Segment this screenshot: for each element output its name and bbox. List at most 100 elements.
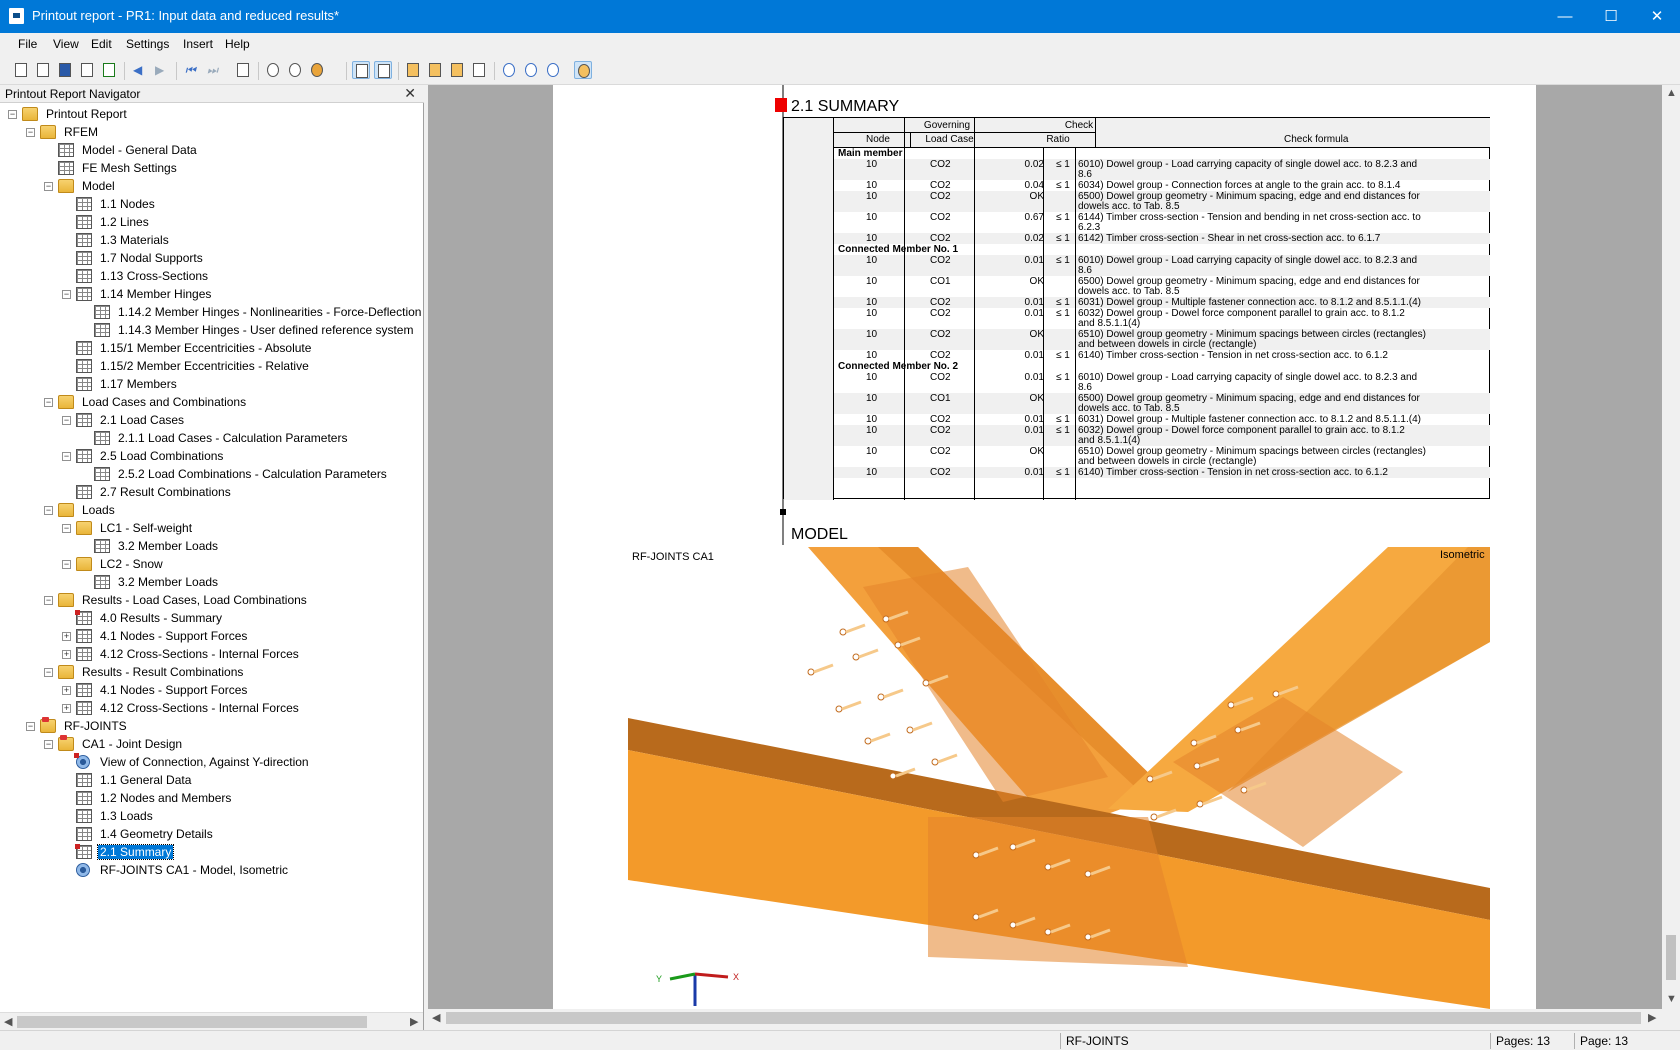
collapse-icon[interactable]: − xyxy=(62,290,71,299)
menu-settings[interactable]: Settings xyxy=(126,37,169,51)
close-button[interactable]: ✕ xyxy=(1634,0,1680,33)
scrollbar-thumb[interactable] xyxy=(446,1012,1641,1024)
cell-le: ≤ 1 xyxy=(1056,414,1070,425)
preview-vertical-scrollbar[interactable]: ▲ ▼ xyxy=(1662,85,1680,1012)
collapse-icon[interactable]: − xyxy=(26,128,35,137)
settings-gear-icon[interactable] xyxy=(308,61,326,79)
dowel xyxy=(894,641,902,649)
maximize-button[interactable]: ☐ xyxy=(1588,0,1634,33)
first-page-icon[interactable]: ⏮ xyxy=(182,61,200,79)
cell-ratio: 0.01 xyxy=(1024,255,1044,266)
view-icon xyxy=(74,753,90,769)
collapse-icon[interactable]: − xyxy=(44,668,53,677)
collapse-icon[interactable]: − xyxy=(26,722,35,731)
scroll-left-icon[interactable]: ◀ xyxy=(432,1011,440,1024)
collapse-icon[interactable]: − xyxy=(62,524,71,533)
tree-item-label: RF-JOINTS xyxy=(64,719,127,733)
tree-item-label: 3.2 Member Loads xyxy=(118,575,219,589)
scroll-down-icon[interactable]: ▼ xyxy=(1666,993,1677,1005)
tree-item-label: 4.1 Nodes - Support Forces xyxy=(100,683,248,697)
expand-icon[interactable]: + xyxy=(62,704,71,713)
tree-item-label: 1.1 Nodes xyxy=(100,197,155,211)
menu-file[interactable]: File xyxy=(18,37,37,51)
tree-item-label: Load Cases and Combinations xyxy=(82,395,247,409)
forward-arrow-icon[interactable]: ▶ xyxy=(152,61,170,79)
collapse-icon[interactable]: − xyxy=(44,596,53,605)
tree-item-label: 4.1 Nodes - Support Forces xyxy=(100,629,248,643)
cell-le: ≤ 1 xyxy=(1056,350,1070,361)
dowel xyxy=(1190,739,1198,747)
link-icon[interactable] xyxy=(500,61,518,79)
expand-icon[interactable]: + xyxy=(62,650,71,659)
lock-icon[interactable] xyxy=(544,61,562,79)
navigator-horizontal-scrollbar[interactable]: ◀ ▶ xyxy=(0,1012,423,1030)
menu-insert[interactable]: Insert xyxy=(183,37,213,51)
scroll-right-icon[interactable]: ▶ xyxy=(410,1015,418,1028)
collapse-icon[interactable]: − xyxy=(44,182,53,191)
zoom-out-icon[interactable] xyxy=(286,61,304,79)
insert-text-icon[interactable] xyxy=(448,61,466,79)
table-icon xyxy=(76,251,92,265)
tree-item-label: LC1 - Self-weight xyxy=(100,521,193,535)
dowel xyxy=(1150,813,1158,821)
select-mode-icon[interactable] xyxy=(352,61,370,79)
last-page-icon[interactable]: ⏭ xyxy=(204,61,222,79)
tree-item-label: 2.1 Summary xyxy=(96,844,175,860)
collapse-icon[interactable]: − xyxy=(8,110,17,119)
menu-help[interactable]: Help xyxy=(225,37,250,51)
open-icon[interactable] xyxy=(34,61,52,79)
dowel xyxy=(906,726,914,734)
insert-table-icon[interactable] xyxy=(426,61,444,79)
tree-item-label: 2.7 Result Combinations xyxy=(100,485,231,499)
menu-view[interactable]: View xyxy=(53,37,79,51)
tree-item-label: 2.1.1 Load Cases - Calculation Parameter… xyxy=(118,431,348,445)
collapse-icon[interactable]: − xyxy=(44,740,53,749)
page-setup-icon[interactable] xyxy=(234,61,252,79)
print-icon[interactable] xyxy=(78,61,96,79)
table-icon xyxy=(76,287,92,301)
menu-edit[interactable]: Edit xyxy=(91,37,112,51)
tree-item-label: RFEM xyxy=(64,125,98,139)
collapse-icon[interactable]: − xyxy=(44,506,53,515)
preview-horizontal-scrollbar[interactable]: ◀ ▶ xyxy=(428,1009,1662,1027)
cell-formula-cont: 8.6 xyxy=(1078,169,1092,180)
unlink-icon[interactable] xyxy=(522,61,540,79)
minimize-button[interactable]: — xyxy=(1542,0,1588,33)
refresh-icon[interactable] xyxy=(100,61,118,79)
status-pages: Pages: 13 xyxy=(1496,1034,1551,1048)
save-icon[interactable] xyxy=(56,61,74,79)
table-row: 10 CO2 0.02 ≤ 1 6010) Dowel group - Load car… xyxy=(834,159,1490,180)
insert-graphic-icon[interactable] xyxy=(404,61,422,79)
new-icon[interactable] xyxy=(12,61,30,79)
group-label: Connected Member No. 1 xyxy=(838,244,959,255)
cell-load-case: CO1 xyxy=(930,276,951,287)
help-icon[interactable] xyxy=(574,61,592,79)
tree-item-label: 2.1 Load Cases xyxy=(100,413,185,427)
folder-icon xyxy=(40,717,56,733)
scroll-up-icon[interactable]: ▲ xyxy=(1666,87,1677,99)
printout-report-navigator: Printout Report Navigator ✕ − Printout Re… xyxy=(0,85,424,1030)
edit-mode-icon[interactable] xyxy=(374,61,392,79)
scrollbar-thumb[interactable] xyxy=(1666,935,1676,980)
folder-icon xyxy=(58,735,74,751)
navigator-close-icon[interactable]: ✕ xyxy=(404,85,416,102)
expand-icon[interactable]: + xyxy=(62,686,71,695)
table-icon xyxy=(94,431,110,445)
insert-page-icon[interactable] xyxy=(470,61,488,79)
expand-icon[interactable]: + xyxy=(62,632,71,641)
collapse-icon[interactable]: − xyxy=(62,560,71,569)
scroll-left-icon[interactable]: ◀ xyxy=(4,1015,12,1028)
zoom-in-icon[interactable] xyxy=(264,61,282,79)
scrollbar-thumb[interactable] xyxy=(17,1016,367,1028)
cell-load-case: CO2 xyxy=(930,191,951,202)
folder-icon xyxy=(76,557,92,571)
cell-formula: 6144) Timber cross-section - Tension and… xyxy=(1078,212,1421,223)
back-arrow-icon[interactable]: ◀ xyxy=(130,61,148,79)
table-icon xyxy=(58,161,74,175)
cell-load-case: CO2 xyxy=(930,446,951,457)
collapse-icon[interactable]: − xyxy=(62,416,71,425)
scroll-right-icon[interactable]: ▶ xyxy=(1648,1011,1656,1024)
collapse-icon[interactable]: − xyxy=(62,452,71,461)
cell-formula: 6010) Dowel group - Load carrying capaci… xyxy=(1078,159,1418,170)
collapse-icon[interactable]: − xyxy=(44,398,53,407)
